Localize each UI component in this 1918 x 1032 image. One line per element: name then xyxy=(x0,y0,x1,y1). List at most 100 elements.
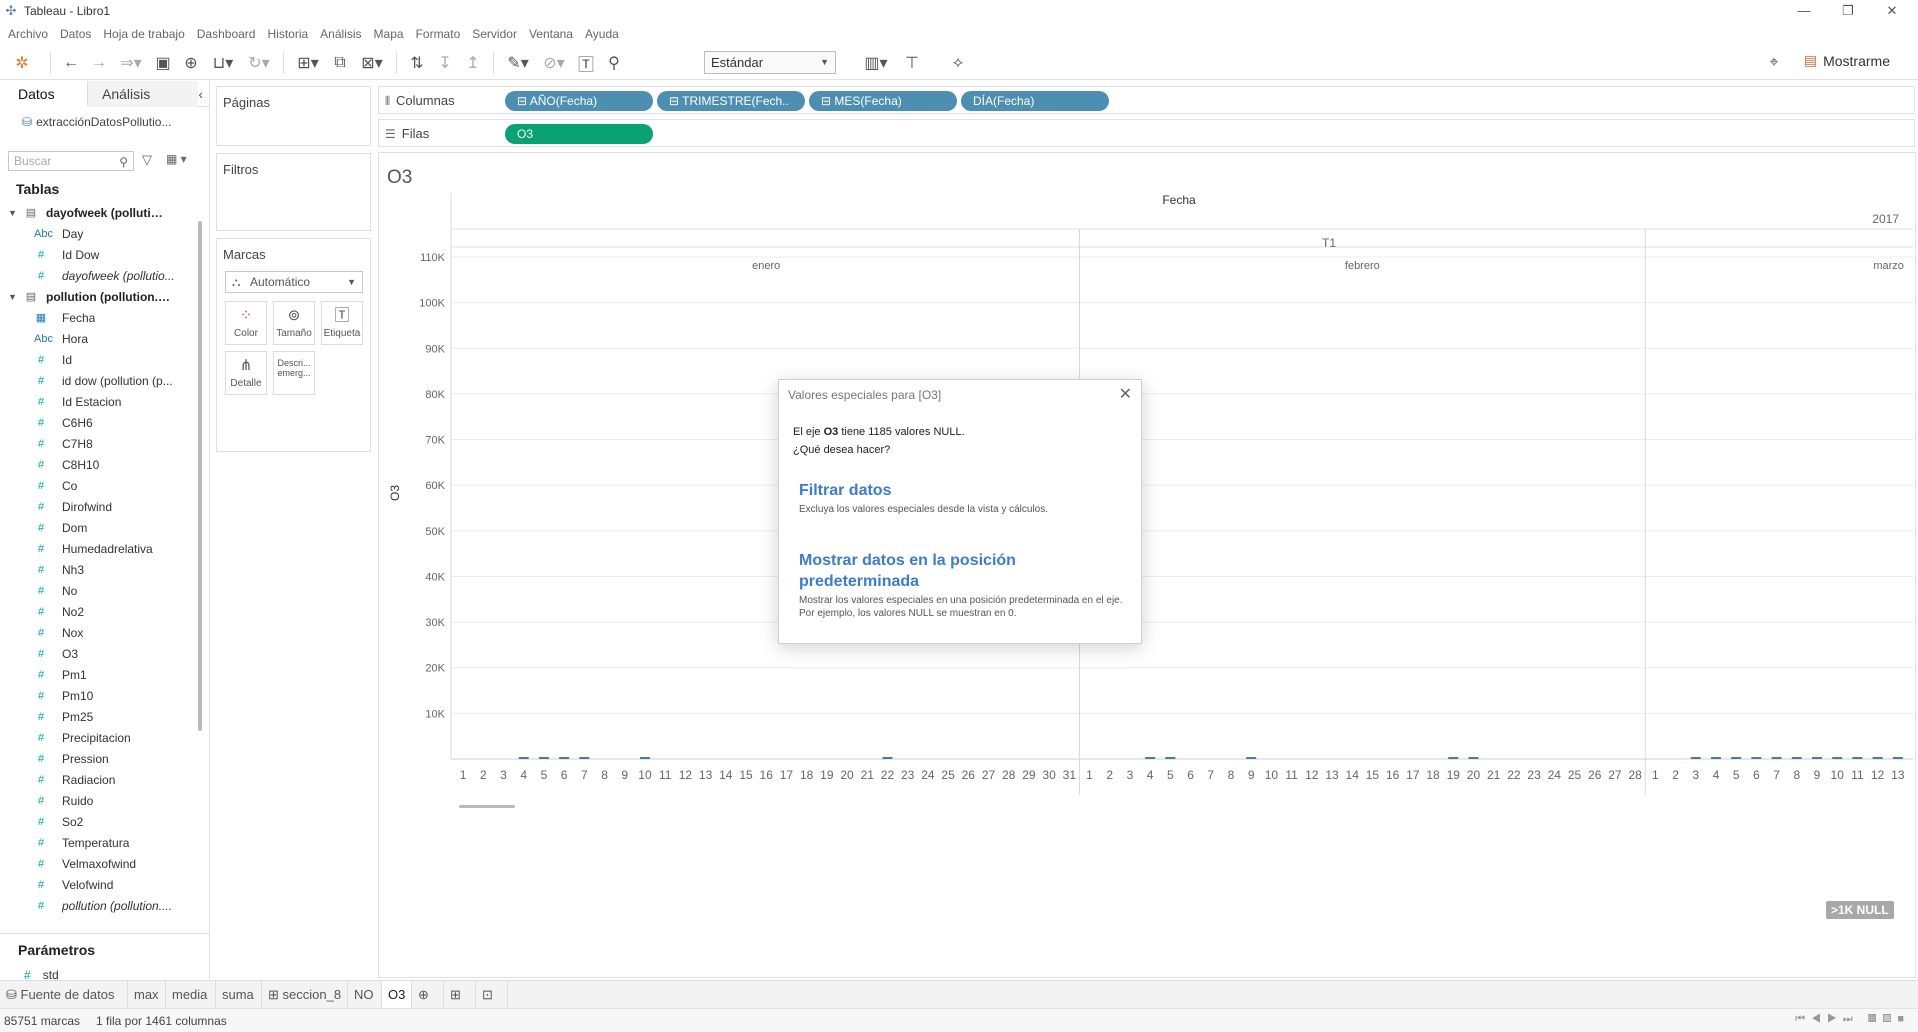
pill-trimestre-fecha[interactable]: ⊟ TRIMESTRE(Fech.. xyxy=(657,91,805,111)
show-labels-icon[interactable]: 🅃 xyxy=(572,50,600,76)
minimize-button[interactable]: — xyxy=(1782,0,1826,22)
table-group[interactable]: ▼ ▤ dayofweek (pollution.... xyxy=(0,203,196,224)
new-worksheet-icon[interactable]: ⊞▾ xyxy=(290,50,326,76)
fix-axes-icon[interactable]: ⚲ xyxy=(600,50,628,76)
tableau-home-icon[interactable]: ✲ xyxy=(0,50,44,76)
tab-datos[interactable]: Datos xyxy=(0,81,88,107)
new-story-tab-icon[interactable]: ⊡ xyxy=(476,981,508,1009)
ask-data-icon[interactable]: ⌖ xyxy=(1760,50,1788,76)
share-icon[interactable]: ⟡ xyxy=(944,50,972,76)
sort-ascending-icon[interactable]: ↧ xyxy=(431,50,459,76)
field-item[interactable]: # Pm1 xyxy=(0,665,196,686)
menu-formato[interactable]: Formato xyxy=(410,27,467,41)
new-worksheet-tab-icon[interactable]: ⊕ xyxy=(412,981,444,1009)
field-item[interactable]: # Dom xyxy=(0,518,196,539)
label-button[interactable]: 🅃 Etiqueta xyxy=(321,301,363,345)
field-list-scrollbar[interactable] xyxy=(198,221,202,731)
sort-descending-icon[interactable]: ↥ xyxy=(459,50,487,76)
field-item[interactable]: # Pm25 xyxy=(0,707,196,728)
field-item[interactable]: # Temperatura xyxy=(0,833,196,854)
menu-mapa[interactable]: Mapa xyxy=(368,27,410,41)
field-item[interactable]: # Pression xyxy=(0,749,196,770)
rows-shelf[interactable]: ☰ Filas O3 xyxy=(378,119,1915,147)
tab-suma[interactable]: suma xyxy=(216,981,262,1009)
pill-ano-fecha[interactable]: ⊟ AÑO(Fecha) xyxy=(505,91,653,111)
tab-analisis[interactable]: Análisis xyxy=(88,81,198,107)
maximize-button[interactable]: ❐ xyxy=(1826,0,1870,22)
view-options-icon[interactable]: ▦ ▾ xyxy=(166,152,187,166)
field-item[interactable]: # No2 xyxy=(0,602,196,623)
group-members-icon[interactable]: ⊘▾ xyxy=(536,50,572,76)
new-dashboard-tab-icon[interactable]: ⊞ xyxy=(444,981,476,1009)
filters-card[interactable]: Filtros xyxy=(216,153,371,231)
redo-icon[interactable]: → xyxy=(85,50,113,76)
refresh-icon[interactable]: ↻▾ xyxy=(241,50,277,76)
new-datasource-icon[interactable]: ⊕ xyxy=(177,50,205,76)
pages-card[interactable]: Páginas xyxy=(216,86,371,146)
viz-area[interactable]: O3 10K 20K 30K 40K 50K 60K 70K 80K 90K 100K 110K Fe… xyxy=(378,152,1916,978)
detail-button[interactable]: ⋔ Detalle xyxy=(225,351,267,395)
field-item[interactable]: # dayofweek (pollutio... xyxy=(0,266,196,287)
datasource-item[interactable]: ⛁ extracciónDatosPollutio... xyxy=(22,115,171,129)
field-item[interactable]: # Nh3 xyxy=(0,560,196,581)
sheet-navigation-icons[interactable]: ⏮◀▶⏭ ▦▤■ xyxy=(1795,1013,1910,1026)
columns-shelf[interactable]: ⫴ Columnas ⊟ AÑO(Fecha) ⊟ TRIMESTRE(Fech.… xyxy=(378,86,1915,114)
menu-ayuda[interactable]: Ayuda xyxy=(579,27,625,41)
field-item[interactable]: # Ruido xyxy=(0,791,196,812)
field-item[interactable]: # Dirofwind xyxy=(0,497,196,518)
null-indicator[interactable]: >1K NULL xyxy=(1826,901,1894,919)
filter-data-option[interactable]: Filtrar datos Excluya los valores especia… xyxy=(799,480,1129,516)
menu-analisis[interactable]: Análisis xyxy=(314,27,367,41)
tab-seccion-8[interactable]: ⊞ seccion_8 xyxy=(262,981,348,1009)
tab-max[interactable]: max xyxy=(128,981,166,1009)
clear-sheet-icon[interactable]: ⊠▾ xyxy=(354,50,390,76)
show-me-button[interactable]: ▤ Mostrarme xyxy=(1804,52,1890,69)
field-item[interactable]: # O3 xyxy=(0,644,196,665)
pill-o3[interactable]: O3 xyxy=(505,124,653,144)
field-item[interactable]: # Radiacion xyxy=(0,770,196,791)
mark-type-select[interactable]: ⛬ Automático ▼ xyxy=(225,271,363,293)
tab-no[interactable]: NO xyxy=(348,981,382,1009)
menu-hoja-de-trabajo[interactable]: Hoja de trabajo xyxy=(97,27,190,41)
menu-ventana[interactable]: Ventana xyxy=(523,27,579,41)
close-window-button[interactable]: ✕ xyxy=(1870,0,1914,22)
pause-updates-icon[interactable]: ⊔▾ xyxy=(205,50,241,76)
field-item[interactable]: # id dow (pollution (p... xyxy=(0,371,196,392)
field-item[interactable]: # No xyxy=(0,581,196,602)
size-button[interactable]: ⊚ Tamaño xyxy=(273,301,315,345)
default-position-option[interactable]: Mostrar datos en la posición predetermin… xyxy=(799,550,1129,620)
field-item[interactable]: # Co xyxy=(0,476,196,497)
field-item[interactable]: ▦ Fecha xyxy=(0,308,196,329)
filter-icon[interactable]: ▽ xyxy=(142,152,152,168)
field-item[interactable]: # Velofwind xyxy=(0,875,196,896)
presentation-mode-icon[interactable]: ⊤ xyxy=(898,50,926,76)
field-item[interactable]: # C8H10 xyxy=(0,455,196,476)
tab-media[interactable]: media xyxy=(166,981,216,1009)
undo-icon[interactable]: ← xyxy=(57,50,85,76)
color-button[interactable]: ⁘ Color xyxy=(225,301,267,345)
field-item[interactable]: # Id Dow xyxy=(0,245,196,266)
menu-archivo[interactable]: Archivo xyxy=(2,27,54,41)
table-group[interactable]: ▼ ▤ pollution (pollution.po... xyxy=(0,287,196,308)
show-cards-icon[interactable]: ▥▾ xyxy=(858,50,894,76)
field-item[interactable]: Abc Hora xyxy=(0,329,196,350)
highlight-icon[interactable]: ✎▾ xyxy=(500,50,536,76)
field-item[interactable]: # Pm10 xyxy=(0,686,196,707)
field-item[interactable]: # C7H8 xyxy=(0,434,196,455)
tab-data-source[interactable]: ⛁ Fuente de datos xyxy=(0,981,128,1009)
menu-historia[interactable]: Historia xyxy=(261,27,314,41)
menu-datos[interactable]: Datos xyxy=(54,27,97,41)
field-item[interactable]: Abc Day xyxy=(0,224,196,245)
field-item[interactable]: # So2 xyxy=(0,812,196,833)
field-item[interactable]: # Humedadrelativa xyxy=(0,539,196,560)
tab-o3[interactable]: O3 xyxy=(382,981,412,1009)
field-item[interactable]: # Precipitacion xyxy=(0,728,196,749)
field-item[interactable]: # Nox xyxy=(0,623,196,644)
field-item[interactable]: # pollution (pollution.... xyxy=(0,896,196,917)
search-input[interactable]: Buscar ⚲ xyxy=(8,151,134,171)
tooltip-button[interactable]: Descri... emerg... xyxy=(273,351,315,395)
field-item[interactable]: # Id Estacion xyxy=(0,392,196,413)
close-icon[interactable]: ✕ xyxy=(1119,384,1132,404)
field-item[interactable]: # Velmaxofwind xyxy=(0,854,196,875)
pill-mes-fecha[interactable]: ⊟ MES(Fecha) xyxy=(809,91,957,111)
